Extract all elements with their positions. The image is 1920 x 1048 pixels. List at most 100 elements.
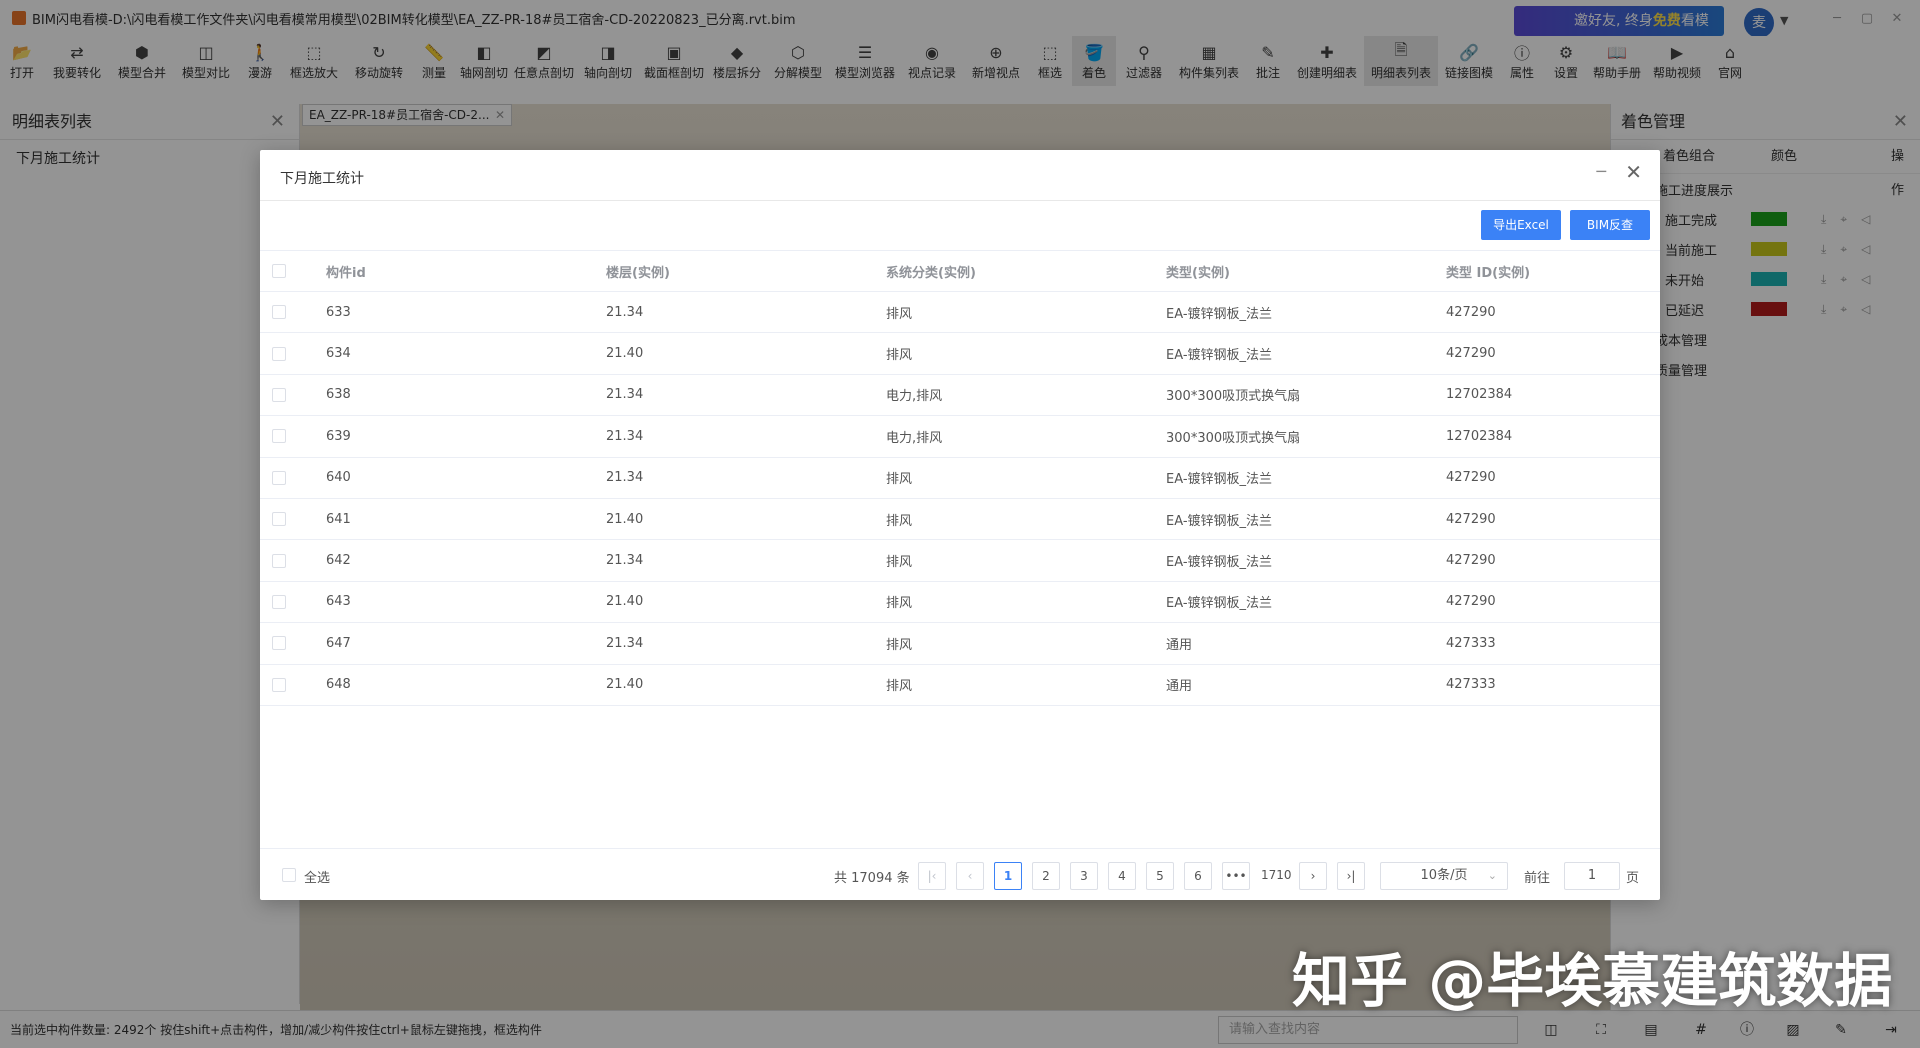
page-number[interactable]: 4 [1108, 862, 1136, 890]
table-cell: 642 [326, 553, 351, 569]
page-number[interactable]: 3 [1070, 862, 1098, 890]
table-cell: 21.34 [606, 553, 644, 569]
minimize-dialog-icon[interactable]: ─ [1596, 162, 1606, 181]
table-cell: 427290 [1446, 346, 1496, 362]
table-cell: 633 [326, 304, 351, 320]
table-row[interactable]: 647 21.34 排风 通用 427333 [260, 623, 1660, 665]
table-cell: 电力,排风 [886, 389, 943, 405]
table-cell: 21.40 [606, 346, 644, 362]
last-page-icon[interactable]: ›| [1337, 862, 1365, 890]
row-checkbox[interactable] [272, 470, 286, 485]
table-cell: 电力,排风 [886, 430, 943, 446]
col-type-id[interactable]: 类型 ID(实例) [1446, 262, 1646, 281]
row-checkbox[interactable] [272, 677, 286, 692]
table-cell: 300*300吸顶式换气扇 [1166, 430, 1301, 446]
table-cell: 排风 [886, 637, 913, 653]
page-number[interactable]: 6 [1184, 862, 1212, 890]
table-cell: 21.34 [606, 304, 644, 320]
table-cell: 排风 [886, 306, 913, 322]
prev-page-icon[interactable]: ‹ [956, 862, 984, 890]
table-cell: 排风 [886, 679, 913, 695]
table-cell: 641 [326, 511, 351, 527]
first-page-icon[interactable]: |‹ [918, 862, 946, 890]
dialog-divider [260, 200, 1660, 201]
table-cell: 427290 [1446, 470, 1496, 486]
row-checkbox[interactable] [272, 346, 286, 361]
row-checkbox[interactable] [272, 429, 286, 444]
table-row[interactable]: 638 21.34 电力,排风 300*300吸顶式换气扇 12702384 [260, 375, 1660, 417]
table-cell: 排风 [886, 555, 913, 571]
goto-page-input[interactable]: 1 [1564, 862, 1620, 890]
table-cell: 647 [326, 635, 351, 651]
table-cell: 300*300吸顶式换气扇 [1166, 389, 1301, 405]
table-cell: 通用 [1166, 637, 1193, 653]
goto-unit: 页 [1626, 871, 1640, 886]
table-cell: 643 [326, 594, 351, 610]
select-all-checkbox[interactable] [282, 868, 296, 882]
table-row[interactable]: 633 21.34 排风 EA-镀锌钢板_法兰 427290 [260, 292, 1660, 334]
page-number[interactable]: 2 [1032, 862, 1060, 890]
table-cell: 21.40 [606, 511, 644, 527]
dialog-title: 下月施工统计 [280, 171, 364, 187]
table-cell: 427290 [1446, 594, 1496, 610]
dialog-divider [260, 848, 1660, 849]
row-checkbox[interactable] [272, 512, 286, 527]
table-cell: EA-镀锌钢板_法兰 [1166, 513, 1273, 529]
select-all-label[interactable]: 全选 [304, 867, 330, 886]
table-cell: 427290 [1446, 304, 1496, 320]
table-row[interactable]: 643 21.40 排风 EA-镀锌钢板_法兰 427290 [260, 582, 1660, 624]
table-row[interactable]: 642 21.34 排风 EA-镀锌钢板_法兰 427290 [260, 540, 1660, 582]
table-cell: 21.34 [606, 635, 644, 651]
table-header: 构件id 楼层(实例) 系统分类(实例) 类型(实例) 类型 ID(实例) [260, 251, 1660, 292]
dialog-footer: 全选 共 17094 条 |‹ ‹ 1 2 3 4 5 6 ••• 1710 › ›| 10条… [260, 850, 1660, 900]
schedule-dialog: 下月施工统计 ─ ✕ 导出Excel BIM反查 构件id 楼层(实例) 系统分… [260, 150, 1660, 900]
chevron-down-icon: ⌄ [1487, 869, 1497, 882]
table-cell: 12702384 [1446, 428, 1513, 444]
row-checkbox[interactable] [272, 305, 286, 320]
table-cell: 634 [326, 346, 351, 362]
next-page-icon[interactable]: › [1299, 862, 1327, 890]
table-row[interactable]: 639 21.34 电力,排风 300*300吸顶式换气扇 12702384 [260, 416, 1660, 458]
table-cell: 427333 [1446, 677, 1496, 693]
close-dialog-icon[interactable]: ✕ [1625, 160, 1642, 184]
table-cell: 639 [326, 428, 351, 444]
bim-lookup-button[interactable]: BIM反查 [1570, 210, 1650, 240]
table-cell: 12702384 [1446, 387, 1513, 403]
page-number[interactable]: 1 [994, 862, 1022, 890]
col-system[interactable]: 系统分类(实例) [886, 262, 1166, 281]
page-number[interactable]: 1710 [1261, 862, 1292, 890]
header-checkbox[interactable] [272, 264, 286, 278]
table-cell: 638 [326, 387, 351, 403]
row-checkbox[interactable] [272, 636, 286, 651]
table-cell: 427333 [1446, 635, 1496, 651]
row-checkbox[interactable] [272, 594, 286, 609]
table-cell: 排风 [886, 513, 913, 529]
total-count: 共 17094 条 [834, 871, 910, 886]
table-row[interactable]: 634 21.40 排风 EA-镀锌钢板_法兰 427290 [260, 333, 1660, 375]
col-floor[interactable]: 楼层(实例) [606, 262, 886, 281]
table-cell: 21.40 [606, 677, 644, 693]
table-cell: 排风 [886, 596, 913, 612]
table-row[interactable]: 641 21.40 排风 EA-镀锌钢板_法兰 427290 [260, 499, 1660, 541]
more-pages-icon[interactable]: ••• [1222, 862, 1250, 890]
row-checkbox[interactable] [272, 553, 286, 568]
export-excel-button[interactable]: 导出Excel [1481, 210, 1561, 240]
table-body: 633 21.34 排风 EA-镀锌钢板_法兰 427290 634 21.40 排风 EA-镀… [260, 292, 1660, 706]
table-cell: 21.34 [606, 428, 644, 444]
page-size-select[interactable]: 10条/页 ⌄ [1380, 862, 1508, 890]
schedule-table: 构件id 楼层(实例) 系统分类(实例) 类型(实例) 类型 ID(实例) 63… [260, 251, 1660, 706]
row-checkbox[interactable] [272, 387, 286, 402]
table-cell: 排风 [886, 472, 913, 488]
table-row[interactable]: 640 21.34 排风 EA-镀锌钢板_法兰 427290 [260, 458, 1660, 499]
col-component-id[interactable]: 构件id [326, 262, 606, 281]
table-cell: EA-镀锌钢板_法兰 [1166, 348, 1273, 364]
page-number[interactable]: 5 [1146, 862, 1174, 890]
table-cell: EA-镀锌钢板_法兰 [1166, 306, 1273, 322]
table-cell: EA-镀锌钢板_法兰 [1166, 472, 1273, 488]
col-type[interactable]: 类型(实例) [1166, 262, 1446, 281]
table-cell: EA-镀锌钢板_法兰 [1166, 596, 1273, 612]
page-size-value: 10条/页 [1420, 868, 1468, 883]
goto-label: 前往 [1524, 871, 1551, 886]
table-row[interactable]: 648 21.40 排风 通用 427333 [260, 665, 1660, 706]
table-cell: EA-镀锌钢板_法兰 [1166, 555, 1273, 571]
